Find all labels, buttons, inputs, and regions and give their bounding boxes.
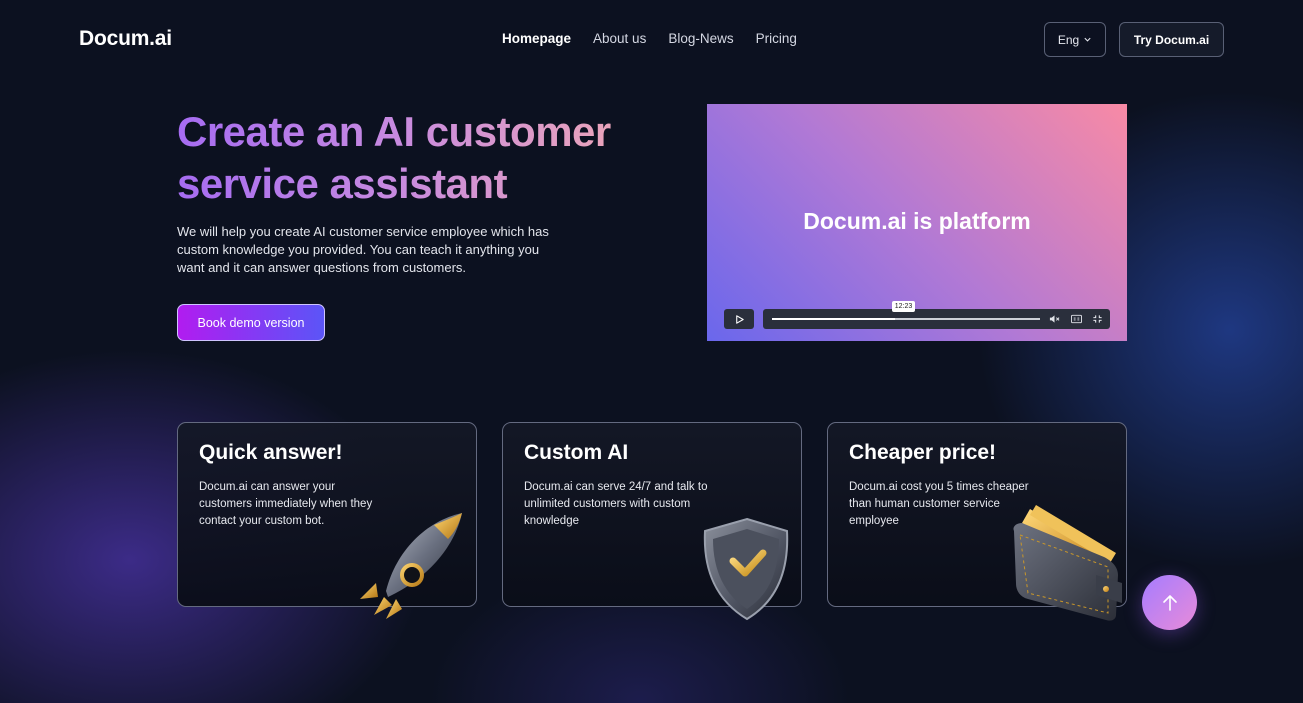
video-player[interactable]: Docum.ai is platform 12:23 [707,104,1127,341]
fullscreen-icon[interactable] [1092,314,1103,324]
feature-text: Docum.ai cost you 5 times cheaper than h… [849,481,1029,527]
chevron-down-icon [1084,37,1091,42]
wallet-icon [1013,505,1122,621]
nav-item-about-us[interactable]: About us [593,31,646,46]
try-docum-button[interactable]: Try Docum.ai [1119,22,1224,57]
language-selector[interactable]: Eng [1044,22,1106,57]
feature-text: Docum.ai can serve 24/7 and talk to unli… [524,481,708,527]
brand-logo[interactable]: Docum.ai [79,27,172,51]
video-title: Docum.ai is platform [803,208,1031,234]
volume-icon[interactable] [1049,314,1060,324]
play-icon [735,314,744,324]
scroll-top-button[interactable] [1142,575,1197,630]
feature-title: Quick answer! [199,441,343,464]
play-button[interactable] [724,309,754,329]
feature-card-custom-ai: Custom AI Docum.ai can serve 24/7 and ta… [502,422,802,621]
book-demo-button[interactable]: Book demo version [177,304,325,341]
hero-title: Create an AI customer service assistant [177,106,657,210]
progress-bar[interactable]: 12:23 [772,301,1040,320]
main-nav: Homepage About us Blog-News Pricing [502,31,797,46]
shield-check-icon [703,517,789,621]
feature-card-quick-answer: Quick answer! Docum.ai can answer your c… [177,422,477,619]
nav-item-homepage[interactable]: Homepage [502,31,571,46]
arrow-up-icon [1162,594,1177,611]
progress-fill [772,318,896,320]
hero-description: We will help you create AI customer serv… [177,224,549,275]
nav-item-blog-news[interactable]: Blog-News [668,31,733,46]
language-label: Eng [1057,32,1080,47]
feature-title: Cheaper price! [849,441,997,464]
video-controls: 12:23 [763,301,1110,329]
feature-title: Custom AI [524,441,629,464]
rocket-icon [360,513,462,619]
time-tooltip: 12:23 [892,301,915,312]
nav-item-pricing[interactable]: Pricing [756,31,797,46]
feature-card-cheaper-price: Cheaper price! Docum.ai cost you 5 times… [827,422,1127,621]
captions-icon[interactable] [1071,314,1082,324]
